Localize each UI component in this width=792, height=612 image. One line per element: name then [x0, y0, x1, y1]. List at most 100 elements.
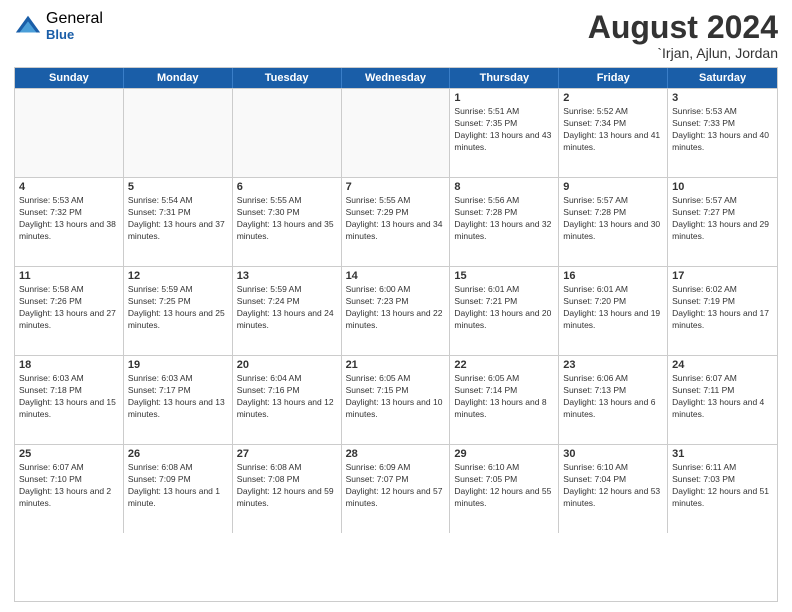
day-info: Sunrise: 5:59 AMSunset: 7:25 PMDaylight:…: [128, 284, 228, 332]
calendar-cell: 29 Sunrise: 6:10 AMSunset: 7:05 PMDayligh…: [450, 445, 559, 533]
calendar-header: SundayMondayTuesdayWednesdayThursdayFrid…: [15, 68, 777, 88]
day-number: 2: [563, 92, 663, 104]
day-header-friday: Friday: [559, 68, 668, 88]
calendar-week-5: 25 Sunrise: 6:07 AMSunset: 7:10 PMDayligh…: [15, 444, 777, 533]
day-info: Sunrise: 6:10 AMSunset: 7:04 PMDaylight:…: [563, 462, 663, 510]
day-info: Sunrise: 6:00 AMSunset: 7:23 PMDaylight:…: [346, 284, 446, 332]
day-header-sunday: Sunday: [15, 68, 124, 88]
calendar-week-4: 18 Sunrise: 6:03 AMSunset: 7:18 PMDayligh…: [15, 355, 777, 444]
day-number: 25: [19, 448, 119, 460]
day-info: Sunrise: 6:02 AMSunset: 7:19 PMDaylight:…: [672, 284, 773, 332]
calendar-cell: 24 Sunrise: 6:07 AMSunset: 7:11 PMDayligh…: [668, 356, 777, 444]
calendar-cell: 28Sunrise: 6:09 AMSunset: 7:07 PMDayligh…: [342, 445, 451, 533]
day-number: 11: [19, 270, 119, 282]
day-number: 4: [19, 181, 119, 193]
calendar-cell: [342, 89, 451, 177]
calendar-cell: 16Sunrise: 6:01 AMSunset: 7:20 PMDayligh…: [559, 267, 668, 355]
day-number: 17: [672, 270, 773, 282]
day-number: 14: [346, 270, 446, 282]
day-info: Sunrise: 5:55 AMSunset: 7:29 PMDaylight:…: [346, 195, 446, 243]
calendar-cell: 19 Sunrise: 6:03 AMSunset: 7:17 PMDayligh…: [124, 356, 233, 444]
day-number: 5: [128, 181, 228, 193]
day-info: Sunrise: 6:05 AMSunset: 7:15 PMDaylight:…: [346, 373, 446, 421]
logo-general: General: [46, 10, 103, 28]
calendar-cell: [233, 89, 342, 177]
month-title: August 2024: [588, 10, 778, 45]
day-header-wednesday: Wednesday: [342, 68, 451, 88]
logo-blue: Blue: [46, 28, 103, 42]
day-number: 19: [128, 359, 228, 371]
calendar-cell: 21 Sunrise: 6:05 AMSunset: 7:15 PMDayligh…: [342, 356, 451, 444]
calendar-cell: 18 Sunrise: 6:03 AMSunset: 7:18 PMDayligh…: [15, 356, 124, 444]
logo-icon: [14, 12, 42, 40]
day-number: 22: [454, 359, 554, 371]
day-info: Sunrise: 5:55 AMSunset: 7:30 PMDaylight:…: [237, 195, 337, 243]
logo: General Blue: [14, 10, 103, 42]
day-number: 1: [454, 92, 554, 104]
day-info: Sunrise: 6:11 AMSunset: 7:03 PMDaylight:…: [672, 462, 773, 510]
day-number: 15: [454, 270, 554, 282]
day-number: 27: [237, 448, 337, 460]
calendar-cell: 2 Sunrise: 5:52 AMSunset: 7:34 PMDaylight…: [559, 89, 668, 177]
day-number: 23: [563, 359, 663, 371]
title-block: August 2024 `Irjan, Ajlun, Jordan: [588, 10, 778, 61]
day-number: 18: [19, 359, 119, 371]
calendar-week-2: 4 Sunrise: 5:53 AMSunset: 7:32 PMDaylight…: [15, 177, 777, 266]
day-info: Sunrise: 6:05 AMSunset: 7:14 PMDaylight:…: [454, 373, 554, 421]
day-number: 12: [128, 270, 228, 282]
day-number: 30: [563, 448, 663, 460]
day-info: Sunrise: 5:52 AMSunset: 7:34 PMDaylight:…: [563, 106, 663, 154]
calendar-cell: 26 Sunrise: 6:08 AMSunset: 7:09 PMDayligh…: [124, 445, 233, 533]
calendar-cell: 17 Sunrise: 6:02 AMSunset: 7:19 PMDayligh…: [668, 267, 777, 355]
calendar-cell: 5 Sunrise: 5:54 AMSunset: 7:31 PMDaylight…: [124, 178, 233, 266]
day-info: Sunrise: 6:08 AMSunset: 7:08 PMDaylight:…: [237, 462, 337, 510]
calendar: SundayMondayTuesdayWednesdayThursdayFrid…: [14, 67, 778, 602]
calendar-cell: 3Sunrise: 5:53 AMSunset: 7:33 PMDaylight…: [668, 89, 777, 177]
calendar-week-1: 1 Sunrise: 5:51 AMSunset: 7:35 PMDaylight…: [15, 88, 777, 177]
day-number: 9: [563, 181, 663, 193]
day-info: Sunrise: 5:57 AMSunset: 7:28 PMDaylight:…: [563, 195, 663, 243]
calendar-page: General Blue August 2024 `Irjan, Ajlun, …: [0, 0, 792, 612]
location: `Irjan, Ajlun, Jordan: [588, 45, 778, 61]
calendar-cell: 15 Sunrise: 6:01 AMSunset: 7:21 PMDayligh…: [450, 267, 559, 355]
calendar-cell: 31 Sunrise: 6:11 AMSunset: 7:03 PMDayligh…: [668, 445, 777, 533]
day-number: 26: [128, 448, 228, 460]
calendar-cell: 20Sunrise: 6:04 AMSunset: 7:16 PMDayligh…: [233, 356, 342, 444]
day-info: Sunrise: 6:04 AMSunset: 7:16 PMDaylight:…: [237, 373, 337, 421]
day-info: Sunrise: 5:56 AMSunset: 7:28 PMDaylight:…: [454, 195, 554, 243]
calendar-cell: 8 Sunrise: 5:56 AMSunset: 7:28 PMDaylight…: [450, 178, 559, 266]
day-number: 29: [454, 448, 554, 460]
day-header-thursday: Thursday: [450, 68, 559, 88]
calendar-cell: 12 Sunrise: 5:59 AMSunset: 7:25 PMDayligh…: [124, 267, 233, 355]
calendar-cell: 6Sunrise: 5:55 AMSunset: 7:30 PMDaylight…: [233, 178, 342, 266]
day-info: Sunrise: 6:01 AMSunset: 7:20 PMDaylight:…: [563, 284, 663, 332]
calendar-cell: 9 Sunrise: 5:57 AMSunset: 7:28 PMDaylight…: [559, 178, 668, 266]
day-info: Sunrise: 5:51 AMSunset: 7:35 PMDaylight:…: [454, 106, 554, 154]
calendar-cell: 30 Sunrise: 6:10 AMSunset: 7:04 PMDayligh…: [559, 445, 668, 533]
day-info: Sunrise: 6:01 AMSunset: 7:21 PMDaylight:…: [454, 284, 554, 332]
calendar-cell: 23Sunrise: 6:06 AMSunset: 7:13 PMDayligh…: [559, 356, 668, 444]
logo-text: General Blue: [46, 10, 103, 42]
day-info: Sunrise: 6:10 AMSunset: 7:05 PMDaylight:…: [454, 462, 554, 510]
day-number: 7: [346, 181, 446, 193]
day-info: Sunrise: 5:53 AMSunset: 7:32 PMDaylight:…: [19, 195, 119, 243]
day-number: 31: [672, 448, 773, 460]
day-number: 8: [454, 181, 554, 193]
calendar-cell: 1 Sunrise: 5:51 AMSunset: 7:35 PMDaylight…: [450, 89, 559, 177]
calendar-cell: 10Sunrise: 5:57 AMSunset: 7:27 PMDayligh…: [668, 178, 777, 266]
day-info: Sunrise: 6:07 AMSunset: 7:11 PMDaylight:…: [672, 373, 773, 421]
day-number: 21: [346, 359, 446, 371]
day-info: Sunrise: 6:03 AMSunset: 7:18 PMDaylight:…: [19, 373, 119, 421]
calendar-cell: 27 Sunrise: 6:08 AMSunset: 7:08 PMDayligh…: [233, 445, 342, 533]
day-number: 3: [672, 92, 773, 104]
day-number: 24: [672, 359, 773, 371]
day-header-monday: Monday: [124, 68, 233, 88]
day-info: Sunrise: 5:54 AMSunset: 7:31 PMDaylight:…: [128, 195, 228, 243]
calendar-cell: 4 Sunrise: 5:53 AMSunset: 7:32 PMDaylight…: [15, 178, 124, 266]
calendar-cell: 22 Sunrise: 6:05 AMSunset: 7:14 PMDayligh…: [450, 356, 559, 444]
calendar-cell: [124, 89, 233, 177]
day-info: Sunrise: 6:07 AMSunset: 7:10 PMDaylight:…: [19, 462, 119, 510]
day-info: Sunrise: 6:08 AMSunset: 7:09 PMDaylight:…: [128, 462, 228, 510]
day-info: Sunrise: 6:03 AMSunset: 7:17 PMDaylight:…: [128, 373, 228, 421]
calendar-cell: 13Sunrise: 5:59 AMSunset: 7:24 PMDayligh…: [233, 267, 342, 355]
